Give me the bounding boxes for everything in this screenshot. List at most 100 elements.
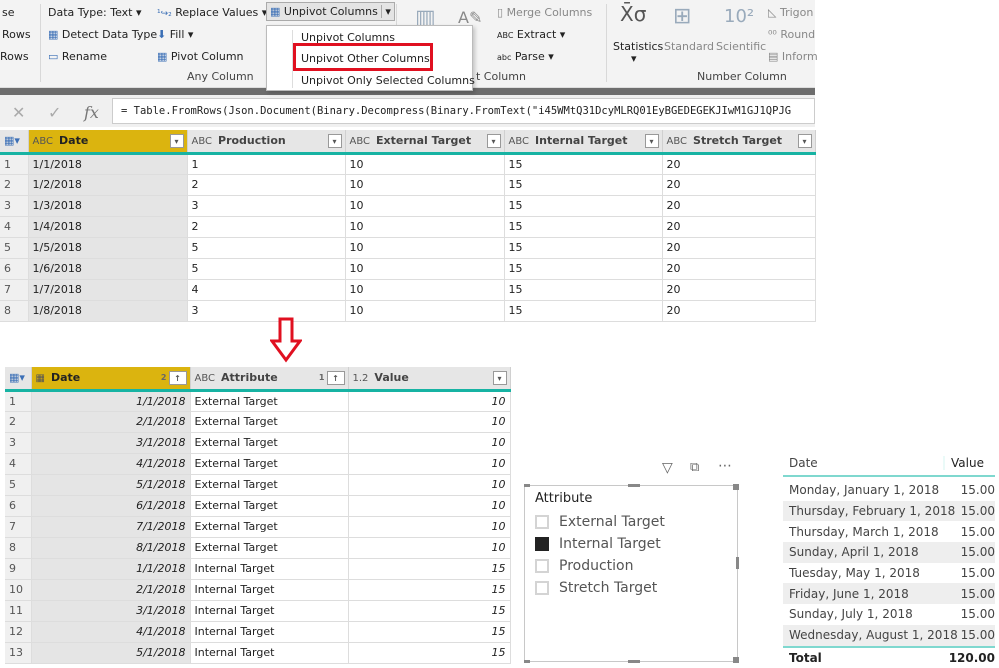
- menu-item-unpivot-only-selected[interactable]: Unpivot Only Selected Columns: [301, 74, 475, 87]
- table-cell[interactable]: External Target: [190, 453, 349, 475]
- table-cell[interactable]: Internal Target: [190, 621, 349, 643]
- checkbox[interactable]: [535, 559, 549, 573]
- table-cell[interactable]: 15: [504, 174, 663, 196]
- table-cell[interactable]: 1/8/2018: [28, 300, 188, 322]
- table-cell[interactable]: 3: [187, 195, 346, 217]
- table-cell[interactable]: Internal Target: [190, 600, 349, 622]
- sort-ascending-icon[interactable]: ↑: [326, 371, 345, 385]
- table-cell[interactable]: Internal Target: [190, 579, 349, 601]
- table-cell[interactable]: 15: [504, 195, 663, 217]
- table-row[interactable]: Thursday, February 1, 2018 15.00: [783, 500, 995, 522]
- table-cell[interactable]: External Target: [190, 390, 349, 412]
- table-cell[interactable]: 1/7/2018: [28, 279, 188, 301]
- cancel-icon[interactable]: ✕: [12, 103, 25, 122]
- unpivot-columns-button[interactable]: ▦ Unpivot Columns ▾: [266, 2, 395, 21]
- table-cell[interactable]: 2/1/2018: [31, 411, 191, 433]
- column-header-value[interactable]: Value: [945, 456, 984, 470]
- table-cell[interactable]: 5/1/2018: [31, 474, 191, 496]
- table-cell[interactable]: 2: [187, 216, 346, 238]
- filter-dropdown-icon[interactable]: ▾: [327, 134, 342, 148]
- table-cell[interactable]: 15: [504, 300, 663, 322]
- table-cell[interactable]: Internal Target: [190, 558, 349, 580]
- table-cell[interactable]: 1/1/2018: [28, 153, 188, 175]
- column-header-production[interactable]: ABC Production ▾: [187, 130, 346, 155]
- table-cell[interactable]: 15: [348, 621, 511, 643]
- rounding-button[interactable]: ⁰⁰ Round: [768, 28, 815, 41]
- table-cell[interactable]: 3: [187, 300, 346, 322]
- table-cell[interactable]: 20: [662, 300, 816, 322]
- table-cell[interactable]: 10: [345, 279, 505, 301]
- table-cell[interactable]: 1/2/2018: [28, 174, 188, 196]
- table-row[interactable]: Tuesday, May 1, 2018 15.00: [783, 563, 995, 584]
- table-cell[interactable]: 10: [345, 153, 505, 175]
- column-header-attribute[interactable]: ABC Attribute ↑ 1: [190, 367, 349, 392]
- filter-dropdown-icon[interactable]: ▾: [169, 134, 184, 148]
- filter-dropdown-icon[interactable]: ▾: [492, 371, 507, 385]
- focus-mode-icon[interactable]: ⧉: [690, 460, 699, 475]
- rename-button[interactable]: ▭ Rename: [48, 50, 107, 63]
- trigonometry-button[interactable]: ◺ Trigon: [768, 6, 813, 19]
- table-cell[interactable]: 10: [348, 474, 511, 496]
- ribbon-left-item[interactable]: se: [2, 6, 15, 19]
- column-header-internal-target[interactable]: ABC Internal Target ▾: [504, 130, 663, 155]
- table-cell[interactable]: 15: [348, 600, 511, 622]
- table-cell[interactable]: 5/1/2018: [31, 642, 191, 664]
- table-cell[interactable]: 10: [345, 195, 505, 217]
- filter-dropdown-icon[interactable]: ▾: [644, 134, 659, 148]
- table-cell[interactable]: 2/1/2018: [31, 579, 191, 601]
- sort-ascending-icon[interactable]: ↑: [168, 371, 187, 385]
- table-cell[interactable]: Internal Target: [190, 642, 349, 664]
- pivot-column-button[interactable]: ▦ Pivot Column: [157, 50, 244, 63]
- table-cell[interactable]: 8/1/2018: [31, 537, 191, 559]
- table-cell[interactable]: 20: [662, 279, 816, 301]
- column-header-date[interactable]: ▦ Date ↑ 2: [31, 367, 191, 392]
- replace-values-button[interactable]: ¹↪₂ Replace Values ▾: [157, 6, 267, 19]
- table-cell[interactable]: 10: [348, 432, 511, 454]
- table-cell[interactable]: External Target: [190, 516, 349, 538]
- table-menu-icon[interactable]: ▦▾: [0, 130, 29, 155]
- table-cell[interactable]: 10: [345, 237, 505, 259]
- table-cell[interactable]: 20: [662, 258, 816, 280]
- column-header-external-target[interactable]: ABC External Target ▾: [345, 130, 505, 155]
- table-cell[interactable]: 15: [348, 558, 511, 580]
- table-row[interactable]: Sunday, April 1, 2018 15.00: [783, 542, 995, 563]
- table-cell[interactable]: External Target: [190, 432, 349, 454]
- table-cell[interactable]: 5: [187, 258, 346, 280]
- parse-button[interactable]: abc Parse ▾: [497, 50, 554, 63]
- table-cell[interactable]: 4/1/2018: [31, 453, 191, 475]
- data-type-dropdown[interactable]: Data Type: Text ▾: [48, 6, 142, 19]
- table-row[interactable]: Friday, June 1, 2018 15.00: [783, 583, 995, 605]
- table-cell[interactable]: 10: [345, 258, 505, 280]
- table-cell[interactable]: 15: [504, 216, 663, 238]
- column-header-stretch-target[interactable]: ABC Stretch Target ▾: [662, 130, 816, 155]
- table-cell[interactable]: 20: [662, 195, 816, 217]
- table-cell[interactable]: 15: [504, 153, 663, 175]
- table-row[interactable]: Monday, January 1, 2018 15.00: [783, 480, 995, 501]
- table-cell[interactable]: 10: [348, 516, 511, 538]
- table-cell[interactable]: 5: [187, 237, 346, 259]
- checkbox[interactable]: [535, 537, 549, 551]
- table-cell[interactable]: 10: [348, 453, 511, 475]
- formula-input[interactable]: = Table.FromRows(Json.Document(Binary.De…: [112, 98, 815, 124]
- slicer-item[interactable]: External Target: [535, 514, 665, 530]
- table-row[interactable]: Sunday, July 1, 2018 15.00: [783, 604, 995, 625]
- filter-dropdown-icon[interactable]: ▾: [797, 134, 812, 148]
- slicer-item[interactable]: Internal Target: [535, 536, 661, 552]
- table-cell[interactable]: 20: [662, 174, 816, 196]
- ribbon-left-item[interactable]: Rows: [2, 28, 31, 41]
- statistics-button[interactable]: Statistics: [613, 40, 663, 53]
- table-cell[interactable]: 15: [348, 642, 511, 664]
- confirm-icon[interactable]: ✓: [48, 103, 61, 122]
- table-cell[interactable]: 10: [345, 216, 505, 238]
- table-cell[interactable]: 15: [348, 579, 511, 601]
- table-cell[interactable]: 15: [504, 279, 663, 301]
- table-cell[interactable]: 6/1/2018: [31, 495, 191, 517]
- table-cell[interactable]: External Target: [190, 537, 349, 559]
- fill-button[interactable]: ⬇ Fill ▾: [157, 28, 193, 41]
- table-cell[interactable]: 10: [348, 537, 511, 559]
- table-cell[interactable]: External Target: [190, 474, 349, 496]
- table-cell[interactable]: External Target: [190, 495, 349, 517]
- table-cell[interactable]: 1/6/2018: [28, 258, 188, 280]
- table-row[interactable]: Wednesday, August 1, 2018 15.00: [783, 624, 995, 646]
- detect-data-type-button[interactable]: ▦ Detect Data Type: [48, 28, 157, 41]
